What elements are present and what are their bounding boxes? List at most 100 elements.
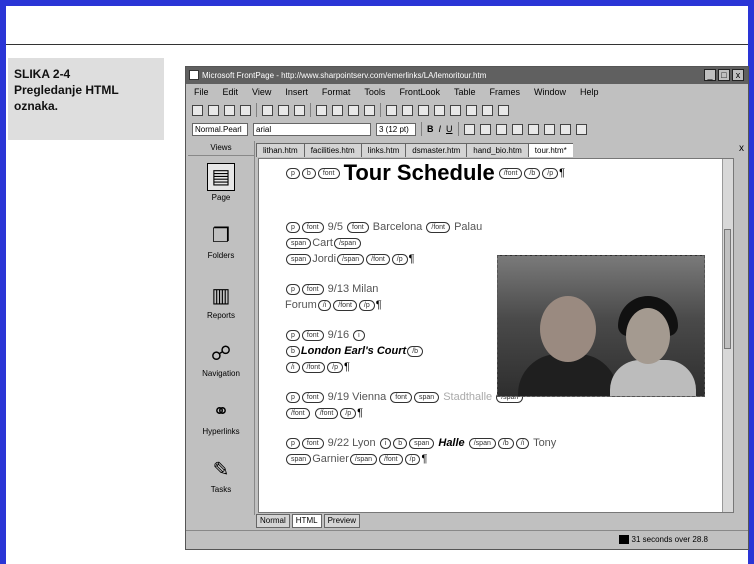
close-button[interactable]: x <box>732 69 744 81</box>
views-item-tasks[interactable]: ✎ Tasks <box>188 457 254 494</box>
views-item-page[interactable]: ▤ Page <box>188 163 254 202</box>
menu-file[interactable]: File <box>194 87 209 97</box>
tag-marker: /p <box>391 253 408 265</box>
align-right-icon[interactable] <box>495 123 507 135</box>
cut-icon[interactable] <box>316 104 327 116</box>
band-photo[interactable] <box>497 255 705 397</box>
tag-marker: /b <box>407 345 424 357</box>
menu-help[interactable]: Help <box>580 87 599 97</box>
menu-tools[interactable]: Tools <box>364 87 385 97</box>
tag-marker: font <box>301 283 324 295</box>
font-combo[interactable]: arial <box>253 122 371 136</box>
show-all-icon[interactable] <box>482 104 493 116</box>
save-icon[interactable] <box>224 104 235 116</box>
tag-marker: /p <box>358 299 375 311</box>
minimize-button[interactable]: _ <box>704 69 716 81</box>
tag-marker: /p <box>327 361 343 373</box>
border-icon[interactable] <box>559 123 571 135</box>
pilcrow: ¶ <box>559 167 566 179</box>
line-london-close: /i/font/p ¶ <box>285 359 350 375</box>
open-icon[interactable] <box>208 104 219 116</box>
tag-marker: /p <box>340 407 357 419</box>
insert-component-icon[interactable] <box>386 104 397 116</box>
pilcrow: ¶ <box>357 407 364 419</box>
window-controls: _ □ x <box>704 69 744 82</box>
align-center-icon[interactable] <box>479 123 491 135</box>
tag-marker: /font <box>301 361 326 373</box>
decrease-font-icon[interactable] <box>527 123 539 135</box>
tour-venue: Forum <box>285 299 317 311</box>
hyperlink-icon[interactable] <box>434 104 445 116</box>
maximize-button[interactable]: □ <box>718 69 730 81</box>
publish-icon[interactable] <box>240 104 251 116</box>
copy-icon[interactable] <box>332 104 343 116</box>
status-text: 31 seconds over 28.8 <box>631 535 709 544</box>
underline-button[interactable]: U <box>446 124 453 134</box>
align-left-icon[interactable] <box>463 123 475 135</box>
tab-html[interactable]: HTML <box>291 514 322 528</box>
line-london-venue: b London Earl's Court/b <box>285 343 424 359</box>
tab-normal[interactable]: Normal <box>256 514 290 528</box>
menu-format[interactable]: Format <box>322 87 351 97</box>
preview-icon[interactable] <box>278 104 289 116</box>
insert-table-icon[interactable] <box>402 104 413 116</box>
line-milan: p font 9/13 Milan <box>285 281 378 297</box>
menu-frames[interactable]: Frames <box>489 87 520 97</box>
scrollbar-thumb[interactable] <box>724 229 731 349</box>
print-icon[interactable] <box>262 104 273 116</box>
spelling-icon[interactable] <box>294 104 305 116</box>
tag-marker: /font <box>426 221 450 233</box>
refresh-icon[interactable] <box>450 104 461 116</box>
toolbar-separator <box>421 122 422 136</box>
views-item-reports[interactable]: ▥ Reports <box>188 283 254 320</box>
menu-frontlook[interactable]: FrontLook <box>399 87 440 97</box>
style-combo[interactable]: Normal.Pearl <box>192 122 248 136</box>
line-garnier: span Garnier/span/font/p ¶ <box>285 451 427 467</box>
tab-tour[interactable]: tour.htm* <box>527 143 573 157</box>
paste-icon[interactable] <box>348 104 359 116</box>
numbering-icon[interactable] <box>543 123 555 135</box>
editor-scrollbar[interactable] <box>722 159 733 512</box>
views-item-label: Reports <box>206 311 235 320</box>
insert-picture-icon[interactable] <box>418 104 429 116</box>
menu-edit[interactable]: Edit <box>223 87 239 97</box>
tasks-icon: ✎ <box>212 459 230 481</box>
tag-marker: font <box>301 437 324 449</box>
stop-icon[interactable] <box>466 104 477 116</box>
html-tags-editor[interactable]: p b font Tour Schedule /font/b/p ¶ p font 9/… <box>258 158 734 513</box>
menu-table[interactable]: Table <box>454 87 476 97</box>
tab-facilities[interactable]: facilities.htm <box>303 143 361 157</box>
bold-button[interactable]: B <box>427 124 434 134</box>
tour-venue: Halle <box>438 437 465 449</box>
size-combo[interactable]: 3 (12 pt) <box>376 122 416 136</box>
menu-window[interactable]: Window <box>534 87 566 97</box>
close-document-icon[interactable]: x <box>739 143 744 154</box>
tab-hand-bio[interactable]: hand_bio.htm <box>466 143 528 157</box>
tour-city: Lyon <box>352 437 376 449</box>
tab-links[interactable]: links.htm <box>360 143 406 157</box>
menu-insert[interactable]: Insert <box>285 87 308 97</box>
help-icon[interactable] <box>498 104 509 116</box>
menu-view[interactable]: View <box>252 87 271 97</box>
views-item-hyperlinks[interactable]: ⚭ Hyperlinks <box>188 399 254 436</box>
heading-line: p b font Tour Schedule /font/b/p ¶ <box>285 162 566 184</box>
app-icon <box>189 70 199 80</box>
tag-marker: b <box>393 437 408 449</box>
tour-text: Tony <box>533 437 557 449</box>
tab-dsmaster[interactable]: dsmaster.htm <box>405 143 467 157</box>
new-icon[interactable] <box>192 104 203 116</box>
views-item-folders[interactable]: ❐ Folders <box>188 223 254 260</box>
undo-icon[interactable] <box>364 104 375 116</box>
views-item-navigation[interactable]: ☍ Navigation <box>188 341 254 378</box>
tour-city: Vienna <box>352 391 387 403</box>
italic-button[interactable]: I <box>439 124 442 134</box>
increase-font-icon[interactable] <box>511 123 523 135</box>
tour-date: 9/19 <box>327 391 350 403</box>
tab-lithan[interactable]: lithan.htm <box>256 143 304 157</box>
views-item-label: Hyperlinks <box>202 427 240 436</box>
line-jordi: span Jordi/span/font/p ¶ <box>285 251 415 267</box>
frame-top-border <box>0 0 754 6</box>
tab-preview[interactable]: Preview <box>323 514 361 528</box>
tag-marker: /p <box>404 453 421 465</box>
font-color-icon[interactable] <box>575 123 587 135</box>
